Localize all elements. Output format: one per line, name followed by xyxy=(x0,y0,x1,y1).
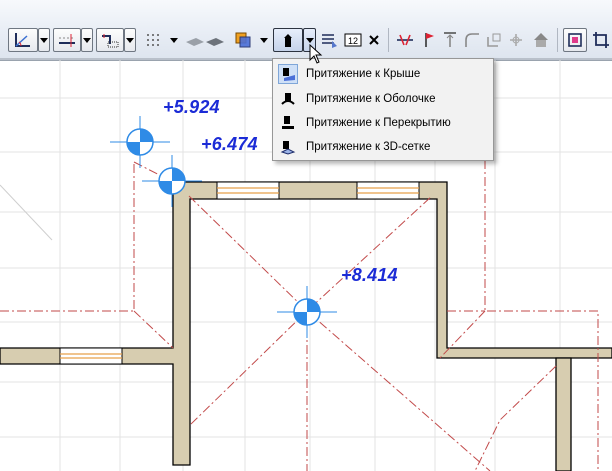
close-tool-button[interactable] xyxy=(366,28,382,52)
marker-icon xyxy=(420,31,436,49)
elevation-label: +8.414 xyxy=(341,265,398,285)
layer-color-icon xyxy=(235,32,251,48)
grid-dots-icon xyxy=(145,32,161,48)
gravity-slab-icon xyxy=(278,113,298,133)
trim-icon xyxy=(508,31,524,49)
trim-icon xyxy=(396,32,414,48)
guideline-dropdown[interactable] xyxy=(81,28,93,52)
select-frame-icon xyxy=(566,31,584,49)
dropdown-arrow-icon xyxy=(40,37,48,43)
menu-item-gravity-shell[interactable]: Притяжение к Оболочке xyxy=(275,87,491,111)
close-icon xyxy=(369,35,379,45)
align-top-icon xyxy=(442,31,458,49)
elevation-label: +5.924 xyxy=(163,97,220,117)
snap-points-button[interactable] xyxy=(96,28,124,52)
layer-color-dropdown[interactable] xyxy=(258,28,270,52)
elevation-marker xyxy=(110,116,170,168)
fillet-icon xyxy=(464,31,480,49)
menu-item-label: Притяжение к Перекрытию xyxy=(306,117,451,129)
fillet-button[interactable] xyxy=(462,28,482,52)
plane-icon xyxy=(184,32,224,48)
layer-color-button[interactable] xyxy=(232,28,254,52)
guideline-icon xyxy=(57,31,77,49)
svg-text:12: 12 xyxy=(348,36,358,46)
menu-item-label: Притяжение к Крыше xyxy=(306,68,421,80)
menu-item-gravity-slab[interactable]: Притяжение к Перекрытию xyxy=(275,111,491,135)
walls xyxy=(0,181,612,471)
angle-snap-button[interactable] xyxy=(8,28,38,52)
marker-button[interactable] xyxy=(418,28,438,52)
dropdown-arrow-icon xyxy=(83,37,91,43)
gravity-dropdown-menu: Притяжение к Крыше Притяжение к Оболочке… xyxy=(272,58,494,161)
angle-snap-icon xyxy=(13,31,33,49)
offset-button[interactable] xyxy=(484,28,504,52)
dropdown-arrow-icon xyxy=(260,37,268,43)
elevation-marker xyxy=(277,286,337,338)
guideline-button[interactable] xyxy=(53,28,81,52)
toolbar-separator xyxy=(557,28,558,52)
dropdown-arrow-icon xyxy=(126,37,134,43)
house-icon xyxy=(532,31,550,49)
grid-dots-dropdown[interactable] xyxy=(168,28,180,52)
crop-icon xyxy=(592,31,610,49)
mouse-cursor-icon xyxy=(309,44,323,64)
trim-button[interactable] xyxy=(394,28,416,52)
offset-icon xyxy=(486,31,502,49)
explode-button[interactable] xyxy=(506,28,526,52)
measure-icon: 12 xyxy=(344,32,362,48)
gravity-mesh-icon xyxy=(278,137,298,157)
menu-item-gravity-mesh[interactable]: Притяжение к 3D-сетке xyxy=(275,135,491,159)
dropdown-arrow-icon xyxy=(170,37,178,43)
gravity-button[interactable] xyxy=(273,28,303,52)
menu-item-gravity-roof[interactable]: Притяжение к Крыше xyxy=(275,62,491,86)
dropdown-arrow-icon xyxy=(305,37,314,43)
house-button[interactable] xyxy=(530,28,552,52)
angle-snap-dropdown[interactable] xyxy=(38,28,50,52)
crop-button[interactable] xyxy=(590,28,612,52)
toolbar: 12 xyxy=(0,0,612,61)
gravity-roof-icon xyxy=(278,64,298,84)
menu-item-label: Притяжение к 3D-сетке xyxy=(306,141,431,153)
toolbar-separator xyxy=(388,28,389,52)
measure-button[interactable]: 12 xyxy=(342,28,364,52)
menu-item-label: Притяжение к Оболочке xyxy=(306,93,436,105)
plane-button[interactable] xyxy=(182,28,226,52)
align-top-button[interactable] xyxy=(440,28,460,52)
gravity-roof-icon xyxy=(281,32,295,48)
snap-points-icon xyxy=(100,31,120,49)
gravity-shell-icon xyxy=(278,89,298,109)
select-frame-button[interactable] xyxy=(563,28,587,52)
snap-points-dropdown[interactable] xyxy=(124,28,136,52)
grid-dots-button[interactable] xyxy=(142,28,164,52)
elevation-label: +6.474 xyxy=(201,134,258,154)
